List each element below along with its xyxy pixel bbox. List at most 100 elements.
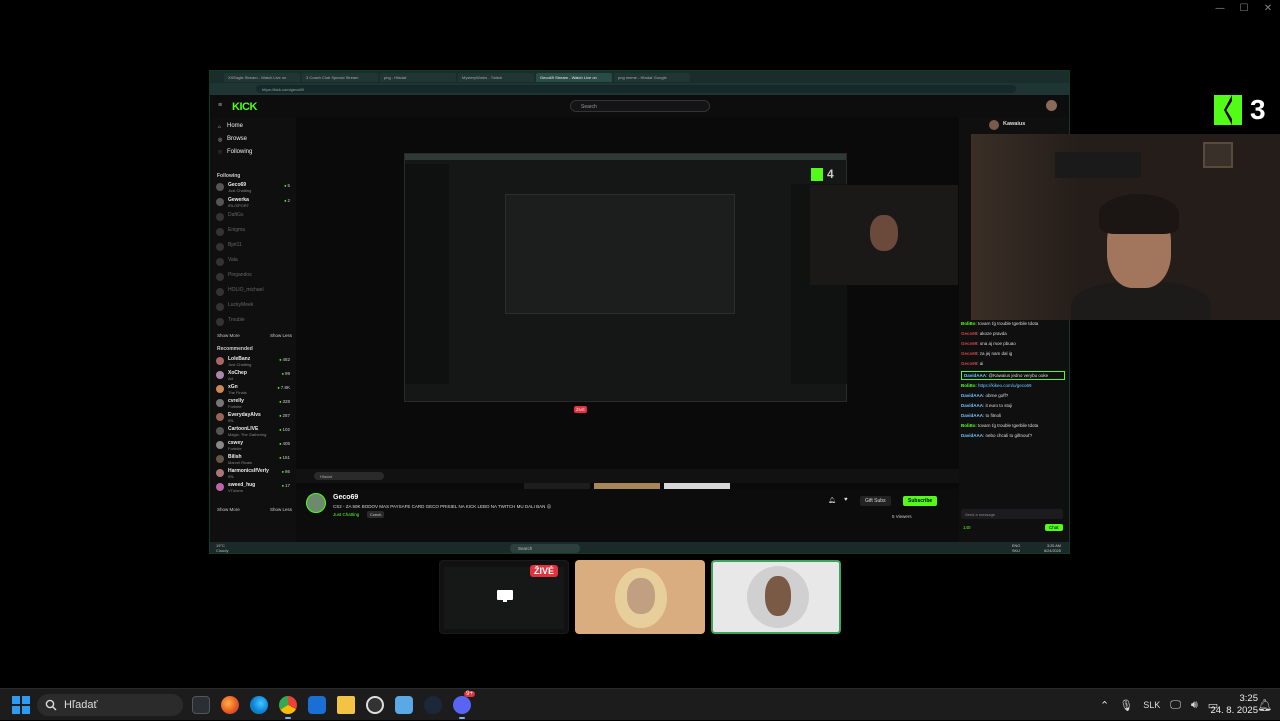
chat-message: DavidAAA: to fitnoli: [961, 413, 1002, 418]
chat-link[interactable]: https://kikeo.com/u/geco69: [978, 383, 1032, 388]
taskbar-app-edge-icon[interactable]: [248, 693, 270, 717]
chat-message: Geco69: akoze pravda: [961, 331, 1007, 336]
taskbar-clock[interactable]: 3:25 24. 8. 2025: [1208, 693, 1258, 717]
following-channel-offline[interactable]: Bjot11: [216, 241, 292, 255]
microphone-icon[interactable]: 🎙︎: [1119, 699, 1133, 712]
chat-user[interactable]: DavidAAA: [964, 373, 986, 378]
stream-category[interactable]: Just Chatting: [333, 512, 359, 517]
close-button[interactable]: ✕: [1256, 0, 1280, 16]
video-player[interactable]: 4 ŽIVÉ: [296, 117, 959, 511]
gift-subs-button[interactable]: Gift Subs: [860, 496, 891, 506]
recommended-channel[interactable]: csweyFortnite405: [216, 439, 292, 453]
chat-text: tovarn ťg trouble tgerbile tdota: [978, 321, 1039, 326]
channel-points[interactable]: 140: [963, 525, 971, 530]
streamer-name[interactable]: Geco69: [333, 494, 358, 501]
kick-search-input[interactable]: Search: [570, 100, 710, 112]
taskbar-app-steam-icon[interactable]: [422, 693, 444, 717]
taskbar-app-chrome-icon[interactable]: [277, 693, 299, 719]
avatar: [216, 455, 224, 463]
menu-icon[interactable]: ≡: [218, 102, 225, 109]
chat-user[interactable]: Geco69: [961, 331, 977, 336]
taskbar-app-game-icon[interactable]: [190, 693, 212, 717]
following-channel-offline[interactable]: Vala: [216, 256, 292, 270]
browser-tab[interactable]: MysteryWorks - Twitch: [458, 72, 534, 82]
chat-user[interactable]: BoliBo: [961, 383, 976, 388]
streamer-avatar[interactable]: [306, 493, 326, 513]
participant-tile-speaking[interactable]: [711, 560, 841, 634]
chat-user[interactable]: Geco69: [961, 351, 977, 356]
chat-user[interactable]: BoliBo: [961, 423, 976, 428]
show-less-link[interactable]: Show Less: [270, 333, 292, 338]
following-channel[interactable]: GewerkaIRL/SPORT2: [216, 196, 292, 210]
taskbar-search-box[interactable]: Hľadať: [37, 694, 183, 716]
maximize-button[interactable]: ☐: [1232, 0, 1256, 16]
stream-tag[interactable]: Czech: [367, 511, 385, 518]
show-less-link[interactable]: Show Less: [270, 507, 292, 512]
browser-tab-active[interactable]: Geco69 Stream - Watch Live on: [536, 72, 612, 82]
browser-tab[interactable]: png meme - Hľadať Google: [614, 72, 690, 82]
taskbar-app-notepad-icon[interactable]: [393, 693, 415, 717]
nav-browse[interactable]: ◎ Browse: [218, 136, 247, 143]
nested-kick-number: 4: [827, 167, 834, 181]
chat-user[interactable]: Geco69: [961, 361, 977, 366]
show-more-link[interactable]: Show More: [217, 507, 240, 512]
chat-user[interactable]: BoliBo: [961, 321, 976, 326]
input-language[interactable]: SLK: [1143, 700, 1160, 710]
following-channel-offline[interactable]: Pingandos: [216, 271, 292, 285]
recommended-channel[interactable]: cvrellyFortnite328: [216, 397, 292, 411]
participant-tile[interactable]: [575, 560, 705, 634]
url-field[interactable]: https://kick.com/geco69: [256, 85, 1016, 93]
nested-taskbar: Hľadať: [296, 469, 959, 483]
recommended-channel[interactable]: xGnThe Finals7.8K: [216, 383, 292, 397]
taskbar-app-firefox-icon[interactable]: [219, 693, 241, 717]
lang-2: SKU: [1012, 548, 1020, 553]
recommended-channel[interactable]: CartoonLIVEMagic: The Gathering102: [216, 425, 292, 439]
network-icon[interactable]: 🖵︎: [1170, 698, 1181, 712]
participant-screen-share-tile[interactable]: ŽIVÉ: [439, 560, 569, 634]
browser-tab[interactable]: 3 Coach Club Special Stream: [302, 72, 378, 82]
channel-viewers: 482: [279, 357, 290, 362]
notification-icon[interactable]: 🔔︎: [1257, 698, 1272, 712]
taskbar-app-folder-icon[interactable]: [335, 693, 357, 717]
inner-lang: ENG SKU: [1012, 544, 1020, 553]
following-channel-offline[interactable]: Trouble: [216, 316, 292, 330]
recommended-channel[interactable]: EverydayAlvsIRL287: [216, 411, 292, 425]
chat-text: to fitnoli: [985, 413, 1002, 418]
user-avatar[interactable]: [1046, 100, 1057, 111]
windows-start-icon[interactable]: [12, 696, 30, 714]
recommended-channel[interactable]: sweed_hugVTubers17: [216, 481, 292, 495]
taskbar-app-mail-icon[interactable]: [306, 693, 328, 717]
shared-screen[interactable]: XXEagle Stream - Watch Live on 3 Coach C…: [209, 70, 1070, 554]
volume-icon[interactable]: 🔊︎: [1191, 698, 1198, 712]
kick-logo[interactable]: KICK: [232, 101, 257, 113]
nav-following[interactable]: ♡ Following: [218, 149, 252, 156]
following-channel-offline[interactable]: HOLIO_michael: [216, 286, 292, 300]
chevron-up-icon[interactable]: ⌃: [1100, 699, 1109, 712]
chat-user[interactable]: Geco69: [961, 341, 977, 346]
following-channel-offline[interactable]: Enigma: [216, 226, 292, 240]
chat-input[interactable]: Send a message: [961, 509, 1063, 519]
following-channel[interactable]: Geco69Just Chatting5: [216, 181, 292, 195]
nested-webcam: [810, 185, 958, 285]
chat-user[interactable]: DavidAAA: [961, 393, 983, 398]
taskbar-app-obs-icon[interactable]: [364, 693, 386, 717]
show-more-link[interactable]: Show More: [217, 333, 240, 338]
chat-send-button[interactable]: Chat: [1045, 524, 1063, 531]
browser-tab[interactable]: png - Hľadať: [380, 72, 456, 82]
recommended-channel[interactable]: XoChepArt99: [216, 369, 292, 383]
recommended-channel[interactable]: BilishMarvel Rivals161: [216, 453, 292, 467]
chat-user[interactable]: DavidAAA: [961, 403, 983, 408]
heart-icon[interactable]: ♥: [844, 497, 848, 503]
chat-user[interactable]: DavidAAA: [961, 433, 983, 438]
chat-user[interactable]: DavidAAA: [961, 413, 983, 418]
taskbar-app-discord-icon[interactable]: 9+: [451, 691, 475, 719]
recommended-channel[interactable]: LoleBanzJust Chatting482: [216, 355, 292, 369]
minimize-button[interactable]: —: [1208, 0, 1232, 16]
following-channel-offline[interactable]: DaftGs: [216, 211, 292, 225]
nav-home[interactable]: ⌂ Home: [218, 123, 243, 130]
subscribe-button[interactable]: Subscribe: [903, 496, 938, 506]
browser-tab[interactable]: XXEagle Stream - Watch Live on: [224, 72, 300, 82]
bell-icon[interactable]: 🔔︎: [828, 497, 836, 504]
following-channel-offline[interactable]: LuckyMeek: [216, 301, 292, 315]
recommended-channel[interactable]: HarmonicsIfVerlyIRL86: [216, 467, 292, 481]
